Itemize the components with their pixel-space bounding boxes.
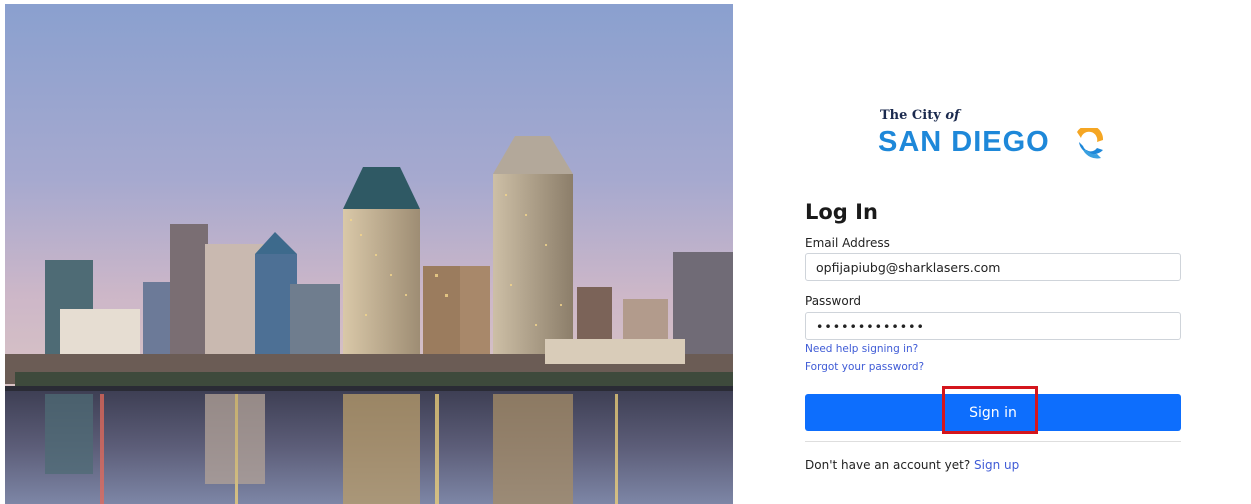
signup-prompt: Don't have an account yet? [805, 458, 971, 472]
signup-row: Don't have an account yet? Sign up [805, 458, 1019, 472]
city-logo: The City of SAN DIEGO [878, 104, 1118, 168]
logo-sun-icon [1077, 128, 1104, 159]
email-label: Email Address [805, 236, 890, 250]
logo-top-text-main: The City [880, 108, 941, 123]
password-label: Password [805, 294, 862, 308]
login-page: The City of SAN DIEGO Log In Email Addre… [0, 0, 1251, 504]
password-input[interactable] [805, 312, 1181, 340]
email-input[interactable] [805, 253, 1181, 281]
help-signing-in-link[interactable]: Need help signing in? [805, 343, 918, 355]
forgot-password-link[interactable]: Forgot your password? [805, 361, 924, 373]
divider [805, 441, 1181, 442]
sign-up-link[interactable]: Sign up [974, 458, 1019, 472]
skyline-illustration [5, 4, 733, 504]
logo-top-text-of: of [945, 108, 960, 123]
logo-main-text: SAN DIEGO [878, 126, 1050, 158]
sign-in-button[interactable]: Sign in [805, 394, 1181, 431]
logo-top-text: The City of [880, 108, 960, 123]
page-title: Log In [805, 200, 878, 224]
hero-image [5, 4, 733, 504]
